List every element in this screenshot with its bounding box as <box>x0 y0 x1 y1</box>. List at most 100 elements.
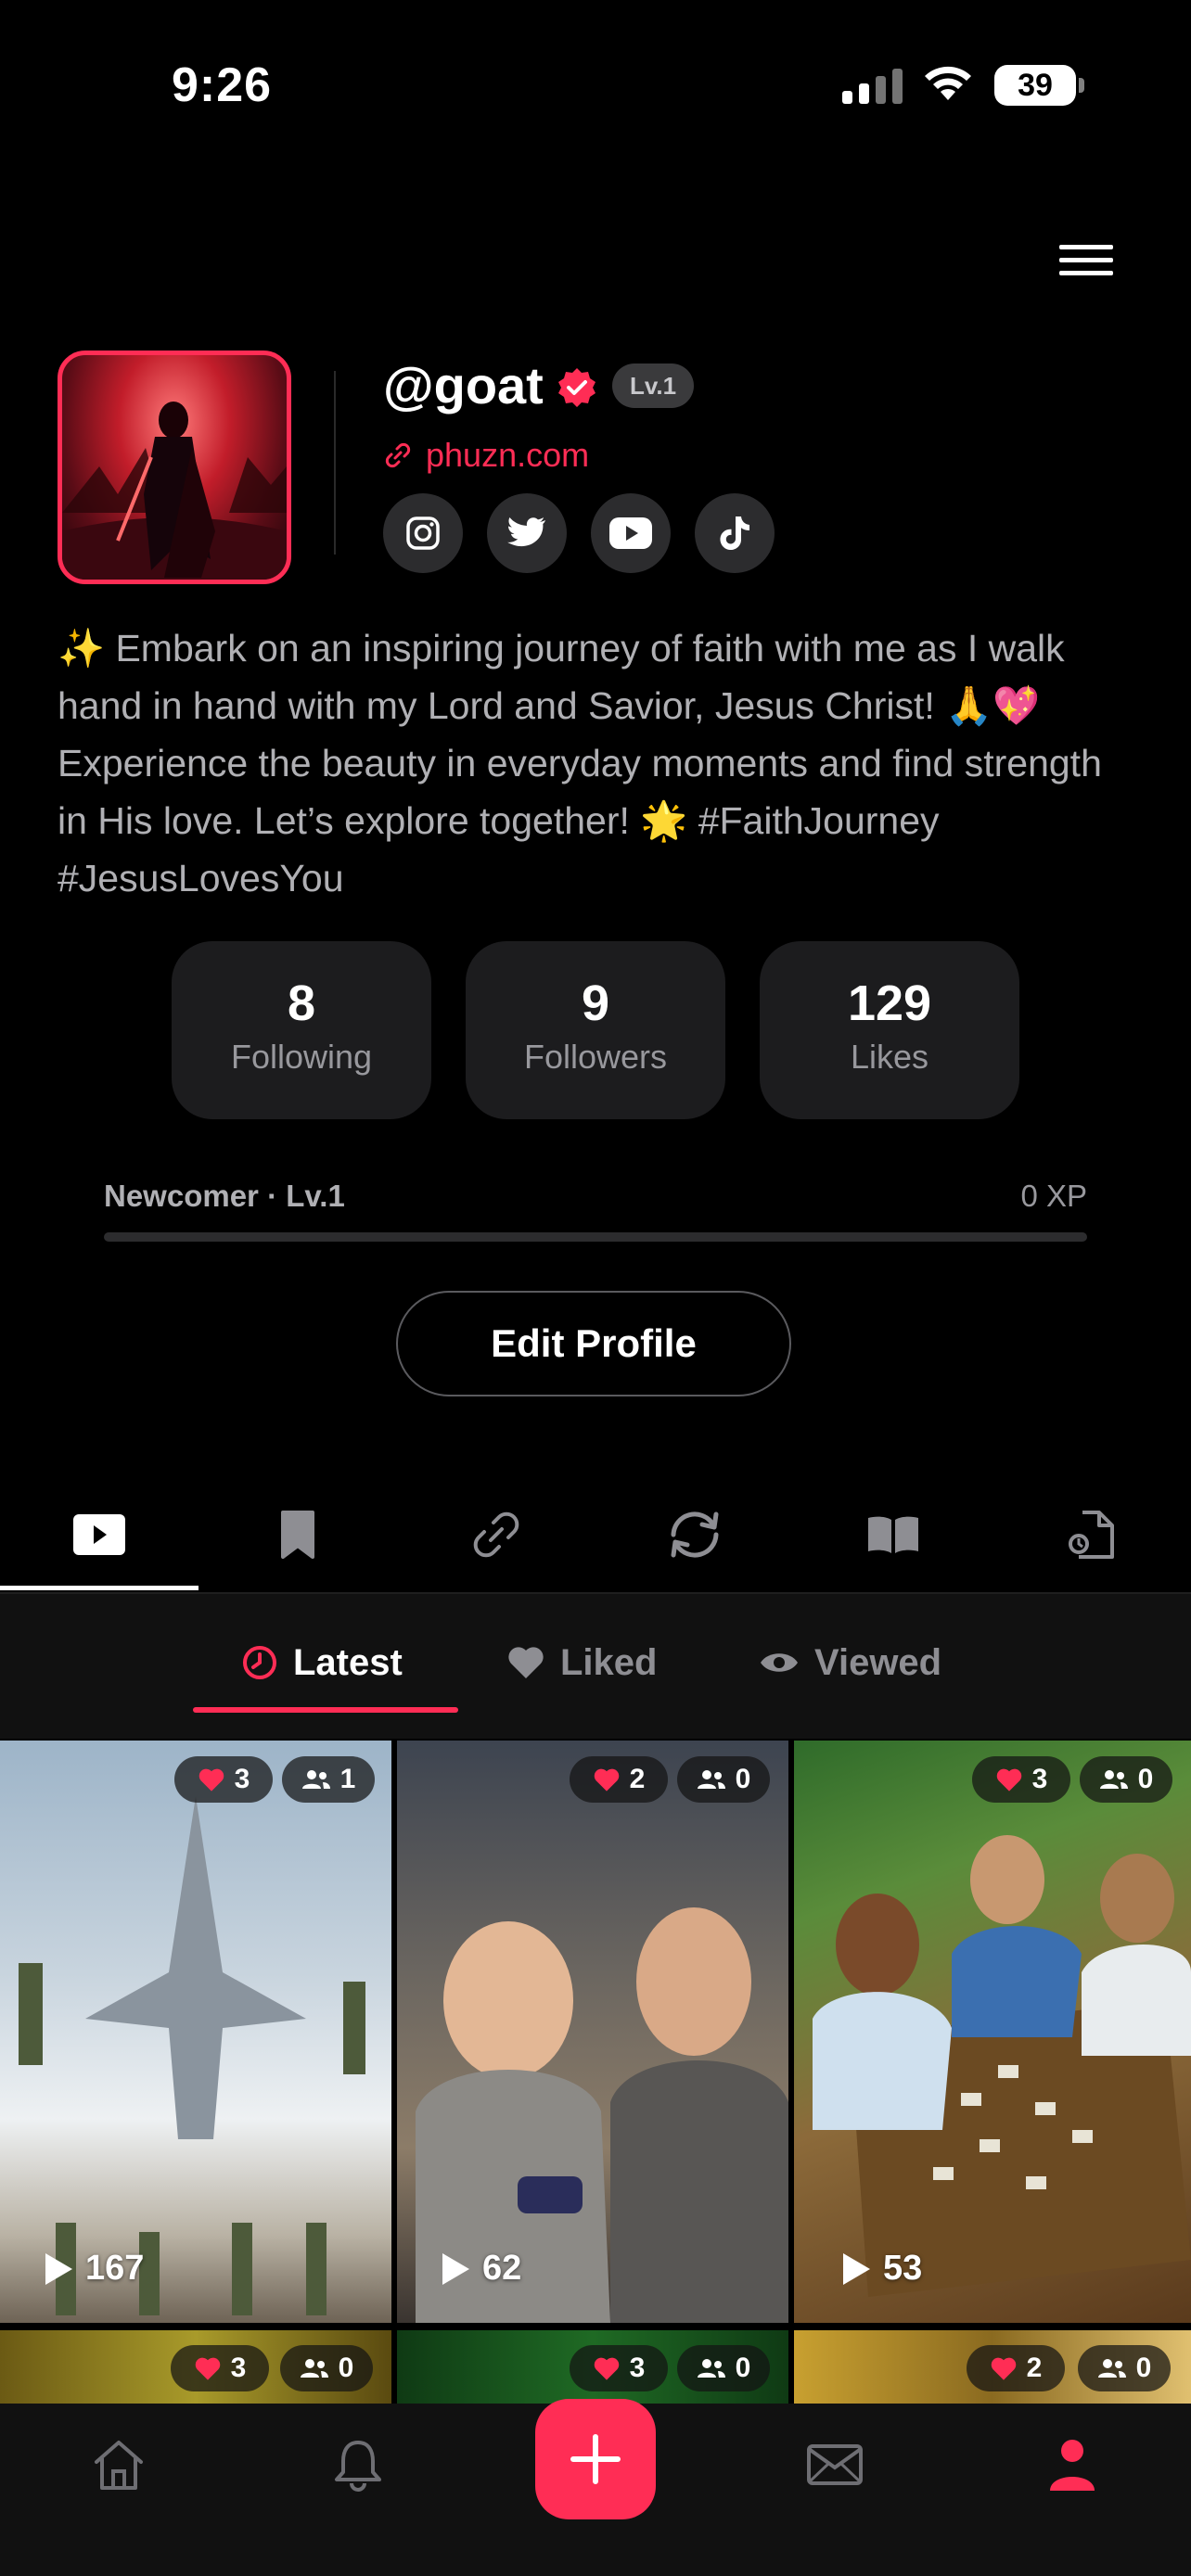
videos-tab-icon[interactable] <box>0 1474 198 1595</box>
level-label: Newcomer · Lv.1 <box>104 1179 345 1213</box>
following-count: 8 <box>287 976 316 1031</box>
likes-count: 129 <box>847 976 932 1031</box>
xp-progress-bar <box>104 1232 1087 1242</box>
plus-icon <box>570 2434 621 2484</box>
profile-icon[interactable] <box>1035 2428 1109 2502</box>
play-icon <box>843 2252 870 2285</box>
likes-count: 2 <box>629 1764 646 1794</box>
bell-icon[interactable] <box>321 2428 395 2502</box>
likes-pill: 3 <box>570 2345 668 2391</box>
hamburger-menu-icon[interactable] <box>1059 245 1113 284</box>
likes-count: 2 <box>1026 2353 1043 2383</box>
content-tab-bar <box>0 1474 1191 1595</box>
username: @goat <box>383 356 544 414</box>
cellular-signal-icon <box>842 67 903 104</box>
heart-icon <box>991 2357 1016 2380</box>
followers-count: 9 <box>581 976 610 1031</box>
header-divider <box>334 371 336 555</box>
play-icon <box>45 2252 72 2285</box>
collabs-count: 0 <box>735 1764 751 1794</box>
likes-pill: 2 <box>967 2345 1065 2391</box>
collabs-count: 0 <box>735 2353 751 2383</box>
tiktok-icon[interactable] <box>695 493 775 573</box>
home-icon[interactable] <box>82 2428 156 2502</box>
wifi-icon <box>921 61 975 107</box>
book-icon[interactable] <box>794 1474 992 1595</box>
followers-label: Followers <box>523 1038 668 1076</box>
twitter-icon[interactable] <box>487 493 567 573</box>
collabs-pill: 0 <box>677 1756 770 1803</box>
likes-pill: 3 <box>972 1756 1070 1803</box>
heart-icon <box>195 2357 220 2380</box>
likes-count: 3 <box>234 1764 250 1794</box>
youtube-icon[interactable] <box>591 493 671 573</box>
repost-icon[interactable] <box>596 1474 794 1595</box>
following-stat[interactable]: 8 Following <box>172 941 431 1119</box>
people-icon <box>1097 2359 1126 2378</box>
xp-value: 0 XP <box>1020 1179 1087 1213</box>
subtab-latest-label: Latest <box>293 1641 403 1683</box>
instagram-icon[interactable] <box>383 493 463 573</box>
play-icon <box>442 2252 469 2285</box>
people-icon <box>1099 1770 1128 1789</box>
collabs-count: 0 <box>1135 2353 1152 2383</box>
video-thumbnail[interactable]: 3 1 167 <box>0 1741 391 2323</box>
bookmark-icon[interactable] <box>198 1474 397 1595</box>
likes-pill: 3 <box>174 1756 273 1803</box>
heart-icon <box>198 1768 224 1792</box>
heart-icon <box>508 1647 544 1678</box>
people-icon <box>697 1770 725 1789</box>
status-time: 9:26 <box>172 58 273 112</box>
video-thumbnail[interactable]: 2 0 <box>794 2330 1191 2404</box>
video-thumbnail[interactable]: 3 0 <box>397 2330 788 2404</box>
document-icon[interactable] <box>992 1474 1191 1595</box>
video-thumbnail[interactable]: 2 0 62 <box>397 1741 788 2323</box>
collabs-pill: 0 <box>1078 2345 1171 2391</box>
collabs-pill: 1 <box>282 1756 375 1803</box>
following-label: Following <box>230 1038 373 1076</box>
collabs-count: 0 <box>338 2353 354 2383</box>
avatar[interactable] <box>58 351 291 584</box>
link-icon[interactable] <box>397 1474 596 1595</box>
views-count: 53 <box>840 2249 922 2289</box>
clock-icon <box>243 1646 276 1679</box>
likes-stat[interactable]: 129 Likes <box>760 941 1019 1119</box>
heart-icon <box>594 2357 619 2380</box>
likes-label: Likes <box>850 1038 929 1076</box>
subtab-latest[interactable]: Latest <box>241 1623 403 1702</box>
likes-count: 3 <box>1031 1764 1048 1794</box>
views-count-value: 167 <box>85 2249 145 2288</box>
likes-pill: 2 <box>570 1756 668 1803</box>
inbox-icon[interactable] <box>798 2428 872 2502</box>
create-post-button[interactable] <box>535 2399 656 2519</box>
views-count-value: 62 <box>482 2249 522 2288</box>
followers-stat[interactable]: 9 Followers <box>466 941 725 1119</box>
video-thumbnail[interactable]: 3 0 53 <box>794 1741 1191 2323</box>
subtab-viewed-label: Viewed <box>814 1641 942 1683</box>
battery-icon: 39 <box>994 65 1084 106</box>
collabs-pill: 0 <box>280 2345 373 2391</box>
views-count-value: 53 <box>883 2249 923 2288</box>
subtab-viewed[interactable]: Viewed <box>759 1623 941 1702</box>
collabs-pill: 0 <box>677 2345 770 2391</box>
active-subtab-indicator <box>193 1707 458 1713</box>
edit-profile-button[interactable]: Edit Profile <box>396 1291 791 1396</box>
subtab-liked[interactable]: Liked <box>506 1623 657 1702</box>
views-count: 167 <box>43 2249 144 2289</box>
active-tab-indicator <box>0 1586 198 1590</box>
people-icon <box>697 2359 725 2378</box>
link-icon <box>384 441 412 474</box>
video-thumbnail[interactable]: 3 0 <box>0 2330 391 2404</box>
heart-icon <box>594 1768 619 1792</box>
people-icon <box>301 1770 330 1789</box>
profile-bio: ✨ Embark on an inspiring journey of fait… <box>58 627 1102 899</box>
subtab-liked-label: Liked <box>560 1641 658 1683</box>
eye-icon <box>761 1653 798 1672</box>
likes-pill: 3 <box>171 2345 269 2391</box>
likes-count: 3 <box>230 2353 247 2383</box>
profile-link[interactable]: phuzn.com <box>426 436 589 475</box>
collabs-pill: 0 <box>1080 1756 1172 1803</box>
collabs-count: 0 <box>1137 1764 1154 1794</box>
collabs-count: 1 <box>339 1764 356 1794</box>
views-count: 62 <box>440 2249 521 2289</box>
